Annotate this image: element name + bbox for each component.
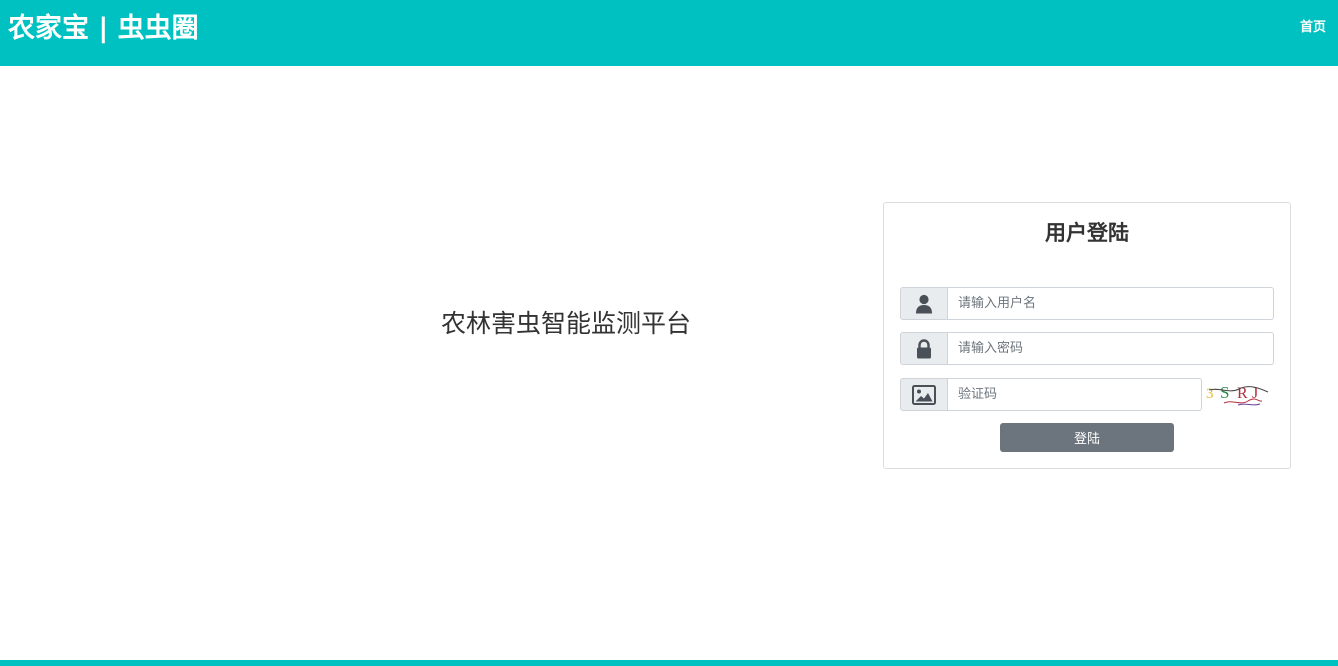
password-input[interactable] (948, 332, 1274, 365)
login-card: 用户登陆 3 S R (883, 202, 1291, 469)
top-navbar: 农家宝 | 虫虫圈 首页 (0, 0, 1338, 66)
password-group (900, 332, 1274, 365)
footer-bar (0, 660, 1338, 666)
login-title: 用户登陆 (1045, 221, 1129, 245)
image-icon (900, 378, 948, 411)
user-icon (900, 287, 948, 320)
captcha-group (900, 378, 1202, 411)
lock-icon (900, 332, 948, 365)
brand-logo[interactable]: 农家宝 | 虫虫圈 (8, 10, 199, 48)
captcha-input[interactable] (948, 378, 1202, 411)
login-button[interactable]: 登陆 (1000, 423, 1174, 452)
captcha-image[interactable]: 3 S R J (1204, 375, 1270, 409)
username-input[interactable] (948, 287, 1274, 320)
nav-home-link[interactable]: 首页 (1300, 19, 1326, 37)
platform-title: 农林害虫智能监测平台 (441, 309, 692, 338)
svg-text:3: 3 (1206, 386, 1214, 402)
username-group (900, 287, 1274, 320)
svg-text:S: S (1220, 383, 1229, 402)
